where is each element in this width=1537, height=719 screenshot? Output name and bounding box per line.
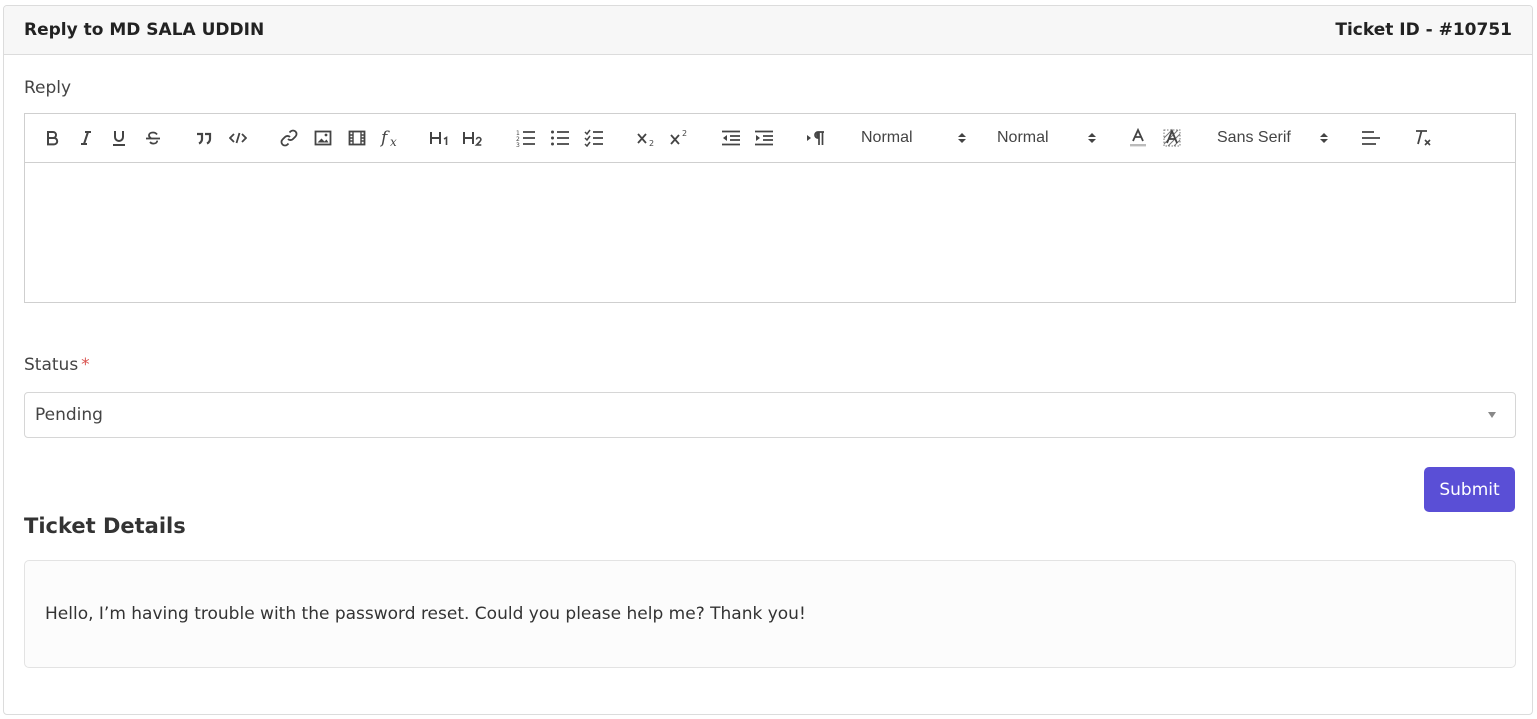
subscript-button[interactable]: 2 xyxy=(635,126,659,150)
text-color-button[interactable] xyxy=(1127,126,1149,150)
ticket-details-box: Hello, I’m having trouble with the passw… xyxy=(24,560,1516,668)
reply-title: Reply to MD SALA UDDIN xyxy=(24,20,265,40)
video-button[interactable] xyxy=(347,126,367,150)
checklist-button[interactable] xyxy=(583,126,605,150)
image-button[interactable] xyxy=(313,126,333,150)
ordered-list-button[interactable]: 123 xyxy=(515,126,537,150)
sort-caret-icon xyxy=(1088,133,1096,143)
bullet-list-button[interactable] xyxy=(549,126,571,150)
rich-text-editor: fx 123 2 2 Normal Normal Sans Serif xyxy=(24,113,1516,303)
heading1-button[interactable] xyxy=(429,126,453,150)
submit-button[interactable]: Submit xyxy=(1424,467,1515,512)
svg-text:3: 3 xyxy=(516,142,520,147)
card-header: Reply to MD SALA UDDIN Ticket ID - #1075… xyxy=(4,6,1532,55)
reply-label: Reply xyxy=(24,78,72,98)
reply-card: Reply to MD SALA UDDIN Ticket ID - #1075… xyxy=(3,5,1533,715)
italic-button[interactable] xyxy=(77,126,95,150)
ticket-details-title: Ticket Details xyxy=(24,514,186,538)
ticket-id: Ticket ID - #10751 xyxy=(1335,20,1512,40)
ticket-message: Hello, I’m having trouble with the passw… xyxy=(45,604,806,624)
size-picker-value: Normal xyxy=(997,129,1049,146)
indent-button[interactable] xyxy=(753,126,775,150)
align-button[interactable] xyxy=(1360,126,1382,150)
superscript-button[interactable]: 2 xyxy=(668,126,692,150)
svg-text:x: x xyxy=(390,135,397,148)
background-color-button[interactable] xyxy=(1161,126,1183,150)
editor-toolbar: fx 123 2 2 Normal Normal Sans Serif xyxy=(25,114,1515,163)
blockquote-button[interactable] xyxy=(194,126,214,150)
strike-button[interactable] xyxy=(144,126,162,150)
underline-button[interactable] xyxy=(110,126,128,150)
status-label-text: Status xyxy=(24,355,79,375)
status-select[interactable]: Pending xyxy=(24,392,1516,438)
status-selected-value: Pending xyxy=(35,405,103,425)
code-button[interactable] xyxy=(228,126,248,150)
svg-text:2: 2 xyxy=(649,139,654,147)
font-picker-value: Sans Serif xyxy=(1217,129,1291,146)
header-picker[interactable]: Normal xyxy=(861,126,967,150)
link-button[interactable] xyxy=(279,126,299,150)
size-picker[interactable]: Normal xyxy=(997,126,1097,150)
bold-button[interactable] xyxy=(43,126,61,150)
svg-text:2: 2 xyxy=(682,129,687,138)
sort-caret-icon xyxy=(958,133,966,143)
clear-format-button[interactable] xyxy=(1412,126,1434,150)
svg-text:f: f xyxy=(380,128,390,148)
formula-button[interactable]: fx xyxy=(379,126,403,150)
outdent-button[interactable] xyxy=(720,126,742,150)
sort-caret-icon xyxy=(1320,133,1328,143)
editor-content[interactable] xyxy=(25,163,1515,302)
text-direction-button[interactable] xyxy=(805,126,827,150)
font-picker[interactable]: Sans Serif xyxy=(1217,126,1329,150)
dropdown-arrow-icon xyxy=(1488,412,1496,418)
heading2-button[interactable] xyxy=(462,126,486,150)
status-label: Status * xyxy=(24,355,90,375)
header-picker-value: Normal xyxy=(861,129,913,146)
required-mark: * xyxy=(81,355,90,375)
